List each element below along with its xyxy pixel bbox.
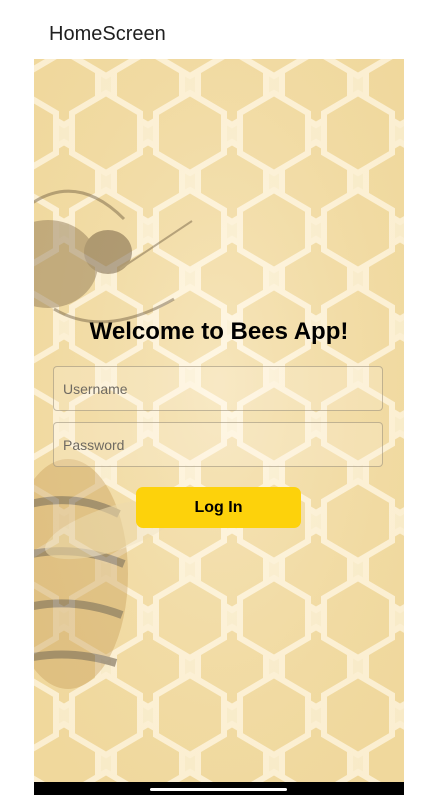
username-input[interactable] <box>53 366 383 411</box>
honeycomb-background-image <box>34 59 404 782</box>
login-button[interactable]: Log In <box>136 487 301 528</box>
home-indicator[interactable] <box>150 788 287 791</box>
page-title: HomeScreen <box>49 23 166 45</box>
welcome-heading: Welcome to Bees App! <box>89 318 349 345</box>
app-header: HomeScreen <box>0 0 423 59</box>
password-input[interactable] <box>53 422 383 467</box>
system-navigation-bar <box>34 782 404 795</box>
login-screen: Welcome to Bees App! Log In <box>34 59 404 782</box>
